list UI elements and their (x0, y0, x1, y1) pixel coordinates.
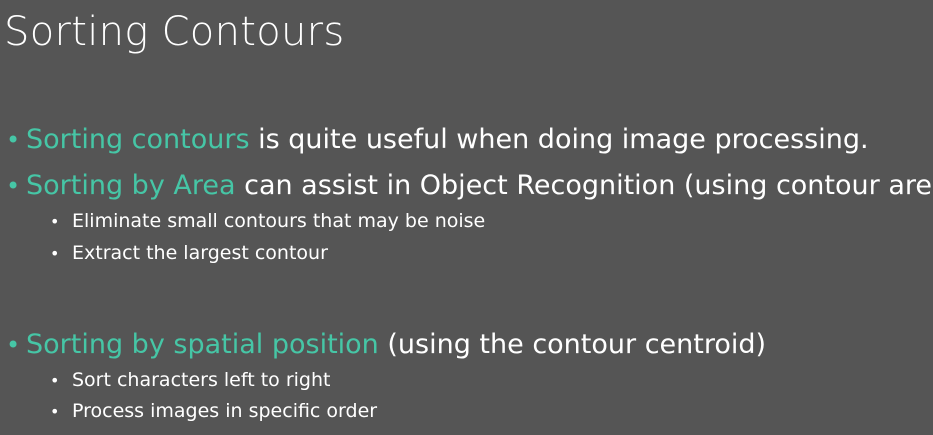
bullet-highlight: Sorting by Area (26, 170, 236, 201)
subbullet-text: Sort characters left to right (72, 369, 331, 391)
bullet-dot-icon: • (6, 126, 21, 154)
subbullet-text: Extract the largest contour (72, 242, 328, 264)
bullet-text: (using the contour centroid) (378, 329, 767, 360)
subbullet-dot-icon: • (50, 402, 60, 421)
subbullet-text: Eliminate small contours that may be noi… (72, 210, 486, 232)
bullet-dot-icon: • (6, 331, 21, 359)
subbullet-dot-icon: • (50, 244, 60, 263)
subbullet-dot-icon: • (50, 212, 60, 231)
bullet-highlight: Sorting contours (26, 124, 250, 155)
slide: Sorting Contours • Sorting contours is qu… (0, 0, 933, 435)
bullet-text: is quite useful when doing image process… (249, 124, 869, 155)
slide-title: Sorting Contours (4, 9, 345, 55)
subbullet-sort-characters: • Sort characters left to right (50, 369, 330, 392)
bullet-sorting-by-area: • Sorting by Area can assist in Object Re… (6, 170, 933, 201)
subbullet-eliminate-small-contours: • Eliminate small contours that may be no… (50, 210, 485, 233)
bullet-dot-icon: • (6, 172, 21, 200)
subbullet-extract-largest-contour: • Extract the largest contour (50, 242, 328, 265)
subbullet-process-images: • Process images in specific order (50, 400, 377, 423)
bullet-text: can assist in Object Recognition (using … (235, 170, 933, 201)
bullet-sorting-by-spatial-position: • Sorting by spatial position (using the … (6, 329, 766, 360)
bullet-sorting-contours: • Sorting contours is quite useful when d… (6, 124, 869, 155)
bullet-highlight: Sorting by spatial position (26, 329, 379, 360)
subbullet-dot-icon: • (50, 371, 60, 390)
subbullet-text: Process images in specific order (72, 400, 378, 422)
